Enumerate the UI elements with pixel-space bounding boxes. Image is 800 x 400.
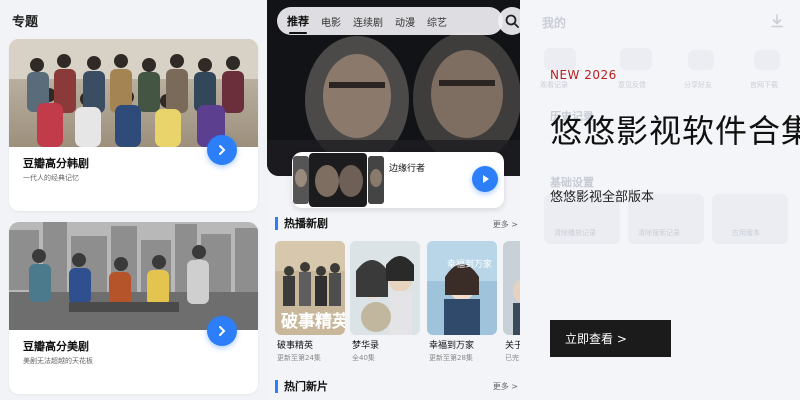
ad-subtitle: 悠悠影视全部版本 <box>550 190 655 205</box>
play-button[interactable] <box>207 135 237 165</box>
poster-title: 关于 <box>505 341 520 351</box>
tab-recommended[interactable]: 推荐 <box>287 13 309 34</box>
background-label: 应用版本 <box>732 229 760 237</box>
view-now-button[interactable]: 立即查看 > <box>550 320 671 357</box>
featured-card[interactable]: 边缘行者 <box>292 152 504 208</box>
hero-banner[interactable]: 推荐 电影 连续剧 动漫 综艺 <box>267 0 520 176</box>
poster-overlay-title: 幸福到万家 <box>447 258 492 270</box>
background-label: 清除播放记录 <box>554 229 596 237</box>
featured-thumb <box>309 153 367 207</box>
topic-card-korean[interactable]: 豆瓣高分韩剧 一代人的经典记忆 <box>9 39 258 211</box>
topic-card-title: 豆瓣高分韩剧 <box>23 157 89 170</box>
background-label: 分享好友 <box>684 81 712 89</box>
background-label: 官网下载 <box>750 81 778 89</box>
poster-title: 幸福到万家 <box>429 341 475 351</box>
featured-thumb-left <box>293 156 309 204</box>
faded-icon <box>754 50 780 70</box>
new-movies-header: 热门新片 <box>275 380 328 393</box>
featured-thumb-right <box>368 156 384 204</box>
search-button[interactable] <box>498 7 520 35</box>
ad-title: 悠悠影视软件合集 <box>550 112 800 150</box>
background-label: 清除搜索记录 <box>638 229 680 237</box>
featured-title: 边缘行者 <box>389 164 426 174</box>
topic-card-subtitle: 一代人的经典记忆 <box>23 174 79 182</box>
chevron-right-icon <box>219 326 226 336</box>
featured-play-button[interactable] <box>472 166 498 192</box>
tab-series[interactable]: 连续剧 <box>353 14 383 29</box>
chevron-right-icon <box>219 145 226 155</box>
tab-movies[interactable]: 电影 <box>321 14 341 29</box>
poster-2[interactable] <box>350 241 420 335</box>
topic-card-title: 豆瓣高分美剧 <box>23 340 89 353</box>
background-header: 我的 <box>542 16 567 30</box>
play-button[interactable] <box>207 316 237 346</box>
faded-icon <box>620 48 652 70</box>
promo-panel: 我的 观看记录 意见反馈 分享好友 官网下载 历史记录 基础设置 清除播放记录 … <box>520 0 800 400</box>
poster-status: 已完 <box>505 354 519 362</box>
poster-status: 全40集 <box>352 354 375 362</box>
faded-icon <box>688 50 714 70</box>
american-drama-cast-photo <box>9 222 258 330</box>
play-icon <box>483 175 489 183</box>
tab-anime[interactable]: 动漫 <box>395 14 415 29</box>
tab-variety[interactable]: 综艺 <box>427 14 447 29</box>
topic-card-american[interactable]: 豆瓣高分美剧 美剧无法超越的天花板 <box>9 222 258 394</box>
new-movies-more-link[interactable]: 更多 > <box>493 381 518 392</box>
faded-icon <box>544 48 576 70</box>
poster-4[interactable] <box>503 241 520 335</box>
poster-1[interactable]: 破事精英 <box>275 241 345 335</box>
poster-status: 更新至第28集 <box>429 354 473 362</box>
topics-panel: 专题 豆瓣高分韩剧 一代人的经典记忆 豆瓣高分美剧 美剧无法超越的天花板 <box>0 0 266 400</box>
category-tabs: 推荐 电影 连续剧 动漫 综艺 <box>277 7 503 35</box>
poster-overlay-title: 破事精英 <box>281 311 345 332</box>
poster-status: 更新至第24集 <box>277 354 321 362</box>
search-icon <box>505 14 519 28</box>
ad-badge: NEW 2026 <box>550 68 617 82</box>
hot-series-header: 热播新剧 <box>275 217 328 230</box>
poster-title: 破事精英 <box>277 341 314 351</box>
background-label: 意见反馈 <box>618 81 646 89</box>
topics-title: 专题 <box>12 15 39 30</box>
home-panel: 推荐 电影 连续剧 动漫 综艺 边缘行者 热播新剧 更多 > 破事精英 幸福到万… <box>266 0 520 400</box>
poster-title: 梦华录 <box>352 341 380 351</box>
korean-drama-cast-photo <box>9 39 258 147</box>
topic-card-subtitle: 美剧无法超越的天花板 <box>23 357 93 365</box>
hot-series-more-link[interactable]: 更多 > <box>493 219 518 230</box>
poster-3[interactable]: 幸福到万家 <box>427 241 497 335</box>
download-icon <box>771 14 783 28</box>
